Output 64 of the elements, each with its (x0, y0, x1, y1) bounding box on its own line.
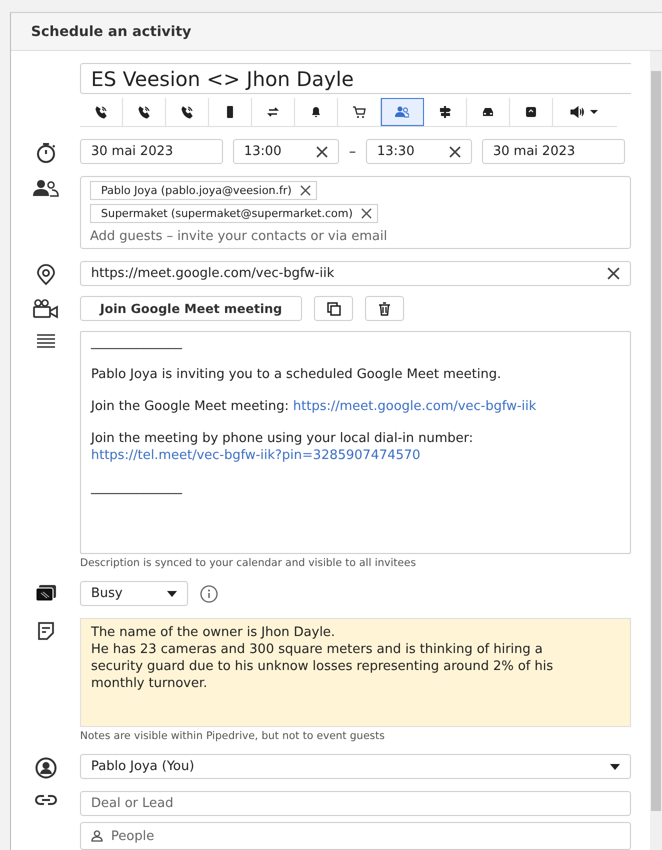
guests-field[interactable]: Pablo Joya (pablo.joya@veesion.fr) Supermaket (supermaket@supermarket.com) Add guests – invite your contacts or via email (80, 176, 631, 249)
cart-icon (352, 105, 366, 119)
remove-icon[interactable] (300, 185, 311, 196)
description-lines-icon (36, 334, 54, 348)
subject-field[interactable]: ES Veesion <> Jhon Dayle (80, 63, 631, 94)
description-paragraph: Pablo Joya is inviting you to a scheduled Google Meet meeting. (91, 366, 502, 383)
notes-text: The name of the owner is Jhon Dayle. (91, 624, 336, 641)
stopwatch-icon (34, 142, 56, 164)
speaker-icon (570, 105, 600, 119)
description-hint: Description is synced to your calendar and visible to all invitees (80, 557, 417, 569)
description-field[interactable] (80, 331, 631, 554)
caret-icon (167, 590, 177, 596)
phone-icon (180, 105, 194, 119)
end-time-field[interactable]: 13:30 (366, 139, 472, 164)
signpost-icon (438, 105, 452, 119)
description-paragraph: ______________ (91, 334, 184, 351)
guest-name: Pablo Joya (pablo.joya@veesion.fr) (101, 184, 292, 197)
description-paragraph: Join the meeting by phone using your local dial-in number: https://tel.meet/vec-bgfw-iik?pin=3285907474570 (91, 430, 474, 464)
trash-icon (378, 302, 392, 316)
clear-icon[interactable] (316, 146, 328, 158)
description-paragraph: Join the Google Meet meeting: https://meet.google.com/vec-bgfw-iik (91, 398, 538, 415)
location-pin-icon (36, 264, 56, 286)
end-date-field[interactable]: 30 mai 2023 (482, 139, 625, 164)
clear-icon[interactable] (607, 267, 620, 280)
time-separator: – (349, 144, 356, 160)
people-field[interactable]: People (80, 822, 631, 850)
people-placeholder: People (111, 828, 154, 844)
meeting-link[interactable]: https://tel.meet/vec-bgfw-iik?pin=3285907474570 (91, 448, 420, 463)
guest-name: Supermaket (supermaket@supermarket.com) (101, 207, 353, 220)
guests-icon (32, 179, 58, 197)
copy-icon (326, 302, 341, 316)
window-title: Schedule an activity (31, 24, 192, 40)
remove-icon[interactable] (360, 208, 372, 219)
calendar-cards-icon (34, 584, 56, 602)
start-time-field[interactable]: 13:00 (233, 139, 339, 164)
car-icon (481, 105, 495, 119)
video-camera-icon (32, 299, 58, 319)
phone-icon (137, 105, 151, 119)
copy-button[interactable] (314, 296, 354, 321)
location-field[interactable]: https://meet.google.com/vec-bgfw-iik (80, 261, 631, 286)
meeting-link[interactable]: https://meet.google.com/vec-bgfw-iik (293, 399, 536, 414)
start-date-field[interactable]: 30 mai 2023 (80, 139, 223, 164)
info-icon[interactable] (200, 584, 218, 602)
person-icon (91, 830, 103, 842)
description-paragraph: ______________ (91, 479, 184, 496)
notes-field[interactable]: The name of the owner is Jhon Dayle. He has 23 cameras and 300 square meters and is thinking of hiring a security guard due to his unknow losses representing around 2% of his monthly turnover. (80, 618, 631, 727)
caret-icon (610, 764, 620, 770)
owner-dropdown[interactable]: Pablo Joya (You) (80, 754, 631, 779)
people-icon (395, 105, 409, 119)
notes-text: He has 23 cameras and 300 square meters and is thinking of hiring a security guard due to his unknow losses representing around 2% of his monthly turnover. (91, 641, 554, 692)
note-icon (36, 621, 56, 641)
bell-icon (309, 105, 323, 119)
delete-button[interactable] (365, 296, 404, 321)
scrollbar[interactable] (650, 51, 662, 850)
deal-or-lead-field[interactable]: Deal or Lead (80, 791, 631, 816)
link-icon (34, 794, 56, 806)
availability-dropdown[interactable]: Busy (80, 581, 188, 606)
notes-hint: Notes are visible within Pipedrive, but not to event guests (80, 730, 386, 742)
user-circle-icon (34, 757, 56, 779)
box-icon (524, 105, 538, 119)
phone-icon (94, 105, 108, 119)
join-meet-button[interactable]: Join Google Meet meeting (80, 296, 302, 321)
clear-icon[interactable] (449, 146, 461, 158)
loop-icon (266, 105, 280, 119)
